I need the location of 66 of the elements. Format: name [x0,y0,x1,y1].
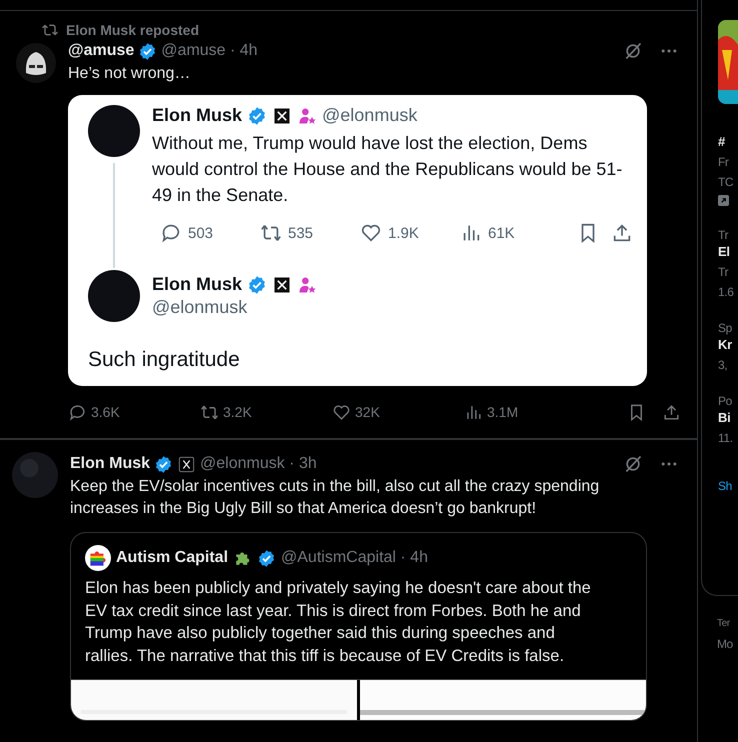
verified-icon [247,274,268,294]
trend-detail: 1.6 [718,285,734,299]
handle: @elonmusk [322,105,418,126]
share-icon [611,222,633,244]
avatar-icon [88,105,140,157]
x-logo-icon [272,274,292,294]
verified-icon [247,106,268,126]
verified-icon [154,454,174,474]
handle-time: @AutismCapital · 4h [281,549,428,567]
trend-title[interactable]: El [718,244,738,259]
trend-detail: Fr [718,155,730,169]
display-name[interactable]: @amuse [68,42,134,60]
display-name: Elon Musk [152,274,242,295]
stat-count: 503 [188,224,214,242]
grok-icon[interactable] [623,41,643,61]
display-name[interactable]: Elon Musk [70,455,150,473]
trend-title[interactable]: Bi [718,410,738,425]
promoted-icon [718,195,729,206]
post-text: Keep the EV/solar incentives cuts in the bill, also cut all the crazy spending increases in the Big Ugly Bill so that America doesn’t go bankrupt! [70,477,600,519]
avatar-icon[interactable] [16,43,56,83]
like-button[interactable]: 32K [332,402,464,422]
trend-detail: Tr [718,265,730,279]
footer-link[interactable]: Ter [717,618,738,629]
display-name: Autism Capital [116,549,228,567]
views-button[interactable]: 3.1M [464,402,564,422]
share-icon[interactable] [662,402,681,422]
reply-icon [160,222,182,244]
like-icon [360,222,382,244]
stat-count: 535 [288,224,314,242]
repost-label: Elon Musk reposted [66,22,200,38]
tweet-text: Without me, Trump would have lost the election, Dems would control the House and the Republicans would be 51-49 in the Senate. [152,132,624,207]
verified-icon [138,42,158,60]
trend-title[interactable]: # [718,134,738,149]
puzzle-avatar-icon [85,545,111,571]
person-star-icon [297,274,318,294]
x-logo-icon [177,454,196,474]
trend-title[interactable]: Kr [718,337,738,352]
stat-count: 1.9K [388,224,419,242]
trend-detail: 11. [718,431,734,445]
avatar-icon [88,270,140,322]
footer-link[interactable]: Mo [717,637,738,651]
trend-context: Po [718,394,733,408]
stat-count: 61K [488,224,515,242]
post-text: He’s not wrong… [68,64,192,84]
verified-icon [257,548,276,568]
grok-icon[interactable] [623,454,643,474]
trend-detail: TC [718,175,734,189]
handle: @elonmusk [152,297,248,318]
display-name: Elon Musk [152,105,242,126]
x-logo-icon [272,106,292,126]
quote-text: Elon has been publicly and privately saying he doesn't care about the EV tax credit since last year. This is direct from Forbes. Both he and Trump have also publicly together said this during speeches and rallies. The narrative that this tiff is because of EV Credits is false. [84,578,592,666]
handle-time: @elonmusk · 3h [200,455,317,473]
show-more-link[interactable]: Sh [718,479,738,493]
trend-context: Tr [718,228,730,242]
reply-icon [68,402,87,422]
quote-card[interactable] [70,532,647,721]
handle-time: @amuse · 4h [161,42,258,60]
repost-icon [42,22,58,38]
tweet-text: Such ingratitude [88,348,241,372]
reply-button[interactable]: 3.6K [68,402,200,422]
trend-detail: 3, [718,358,728,372]
trend-context: Sp [718,321,733,335]
like-icon [332,402,351,422]
person-star-icon [297,106,318,126]
repost-button[interactable]: 3.2K [200,402,332,422]
repost-icon [260,222,282,244]
